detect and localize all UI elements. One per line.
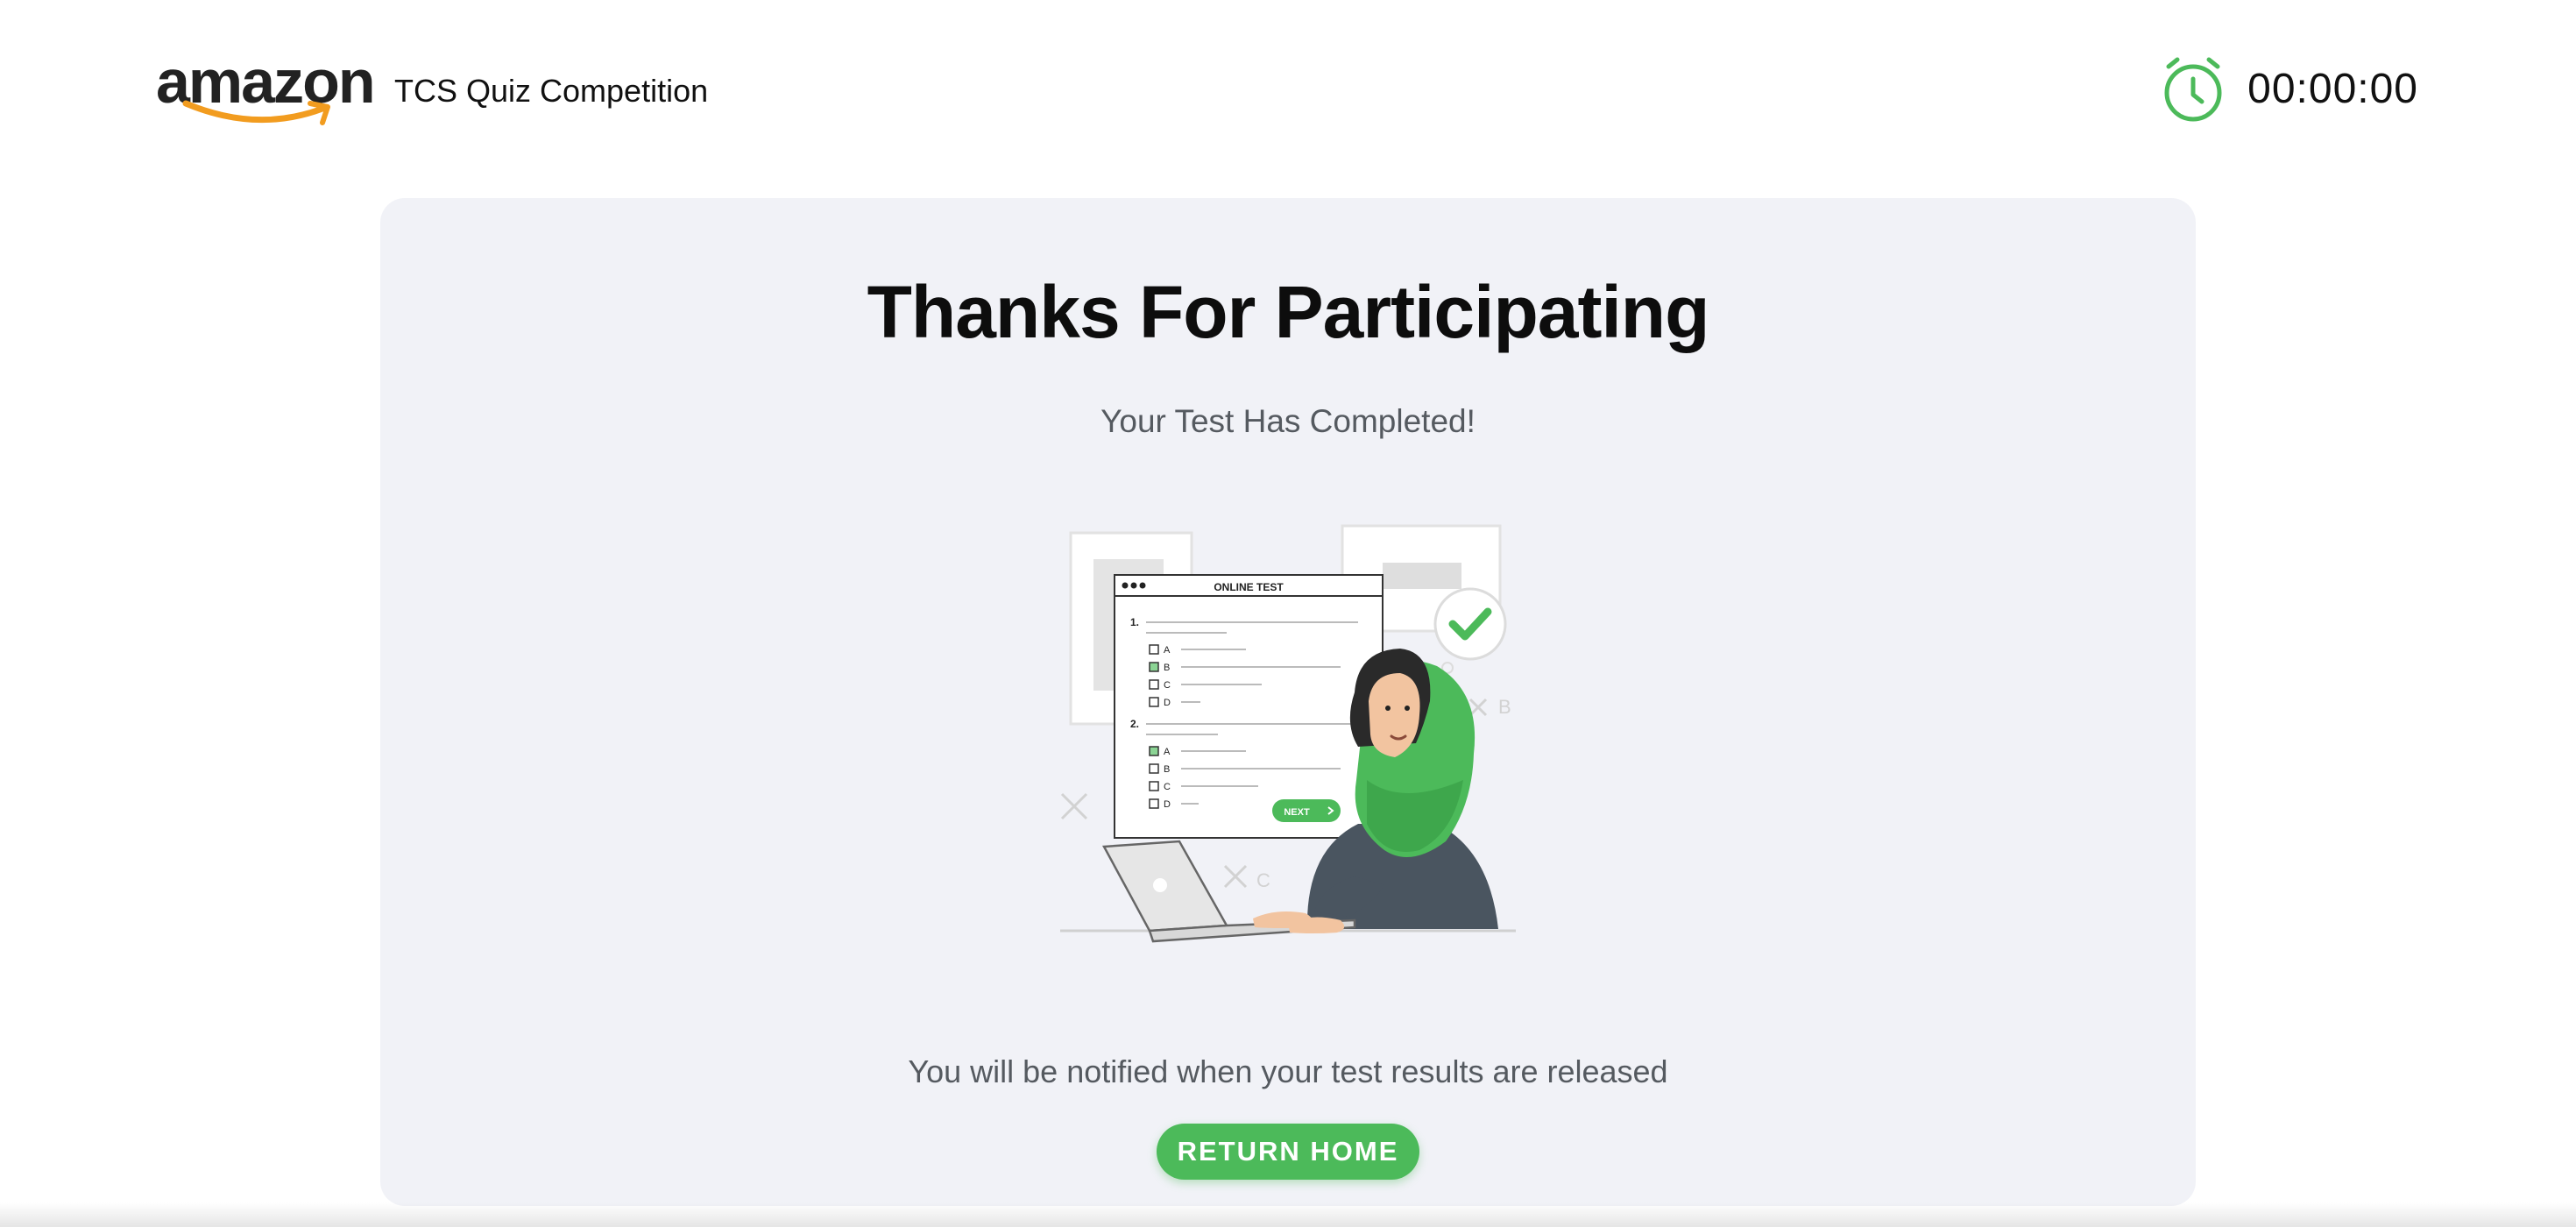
timer-value: 00:00:00 xyxy=(2247,66,2418,112)
amazon-logo[interactable]: amazon xyxy=(156,51,376,125)
svg-text:ONLINE TEST: ONLINE TEST xyxy=(1214,581,1284,593)
page: amazon TCS Quiz Competition 00:00:00 Tha… xyxy=(0,0,2576,1227)
svg-text:D: D xyxy=(1164,698,1171,708)
svg-text:B: B xyxy=(1164,663,1170,673)
online-test-illustration: B C ONLINE TEST 1. A B C D 2. A B C D NE… xyxy=(1060,524,1516,943)
card-title: Thanks For Participating xyxy=(867,271,1710,353)
svg-text:NEXT: NEXT xyxy=(1284,807,1310,818)
svg-text:1.: 1. xyxy=(1130,616,1139,628)
header: amazon TCS Quiz Competition 00:00:00 xyxy=(0,0,2576,184)
svg-text:B: B xyxy=(1164,764,1170,775)
svg-text:C: C xyxy=(1164,680,1171,691)
svg-text:D: D xyxy=(1164,799,1171,810)
svg-text:C: C xyxy=(1256,869,1270,891)
results-notice: You will be notified when your test resu… xyxy=(908,1053,1668,1089)
logo-smile-icon xyxy=(182,100,330,125)
svg-text:A: A xyxy=(1164,747,1171,757)
app-title: TCS Quiz Competition xyxy=(394,73,709,109)
bottom-shadow xyxy=(0,1202,2576,1227)
svg-text:C: C xyxy=(1164,782,1171,792)
svg-text:B: B xyxy=(1498,696,1511,718)
alarm-clock-icon xyxy=(2164,57,2222,122)
svg-text:A: A xyxy=(1164,645,1171,656)
card-subtitle: Your Test Has Completed! xyxy=(1100,403,1476,439)
timer: 00:00:00 xyxy=(2162,53,2418,126)
svg-text:2.: 2. xyxy=(1130,718,1139,730)
return-home-button[interactable]: RETURN HOME xyxy=(1157,1124,1419,1180)
